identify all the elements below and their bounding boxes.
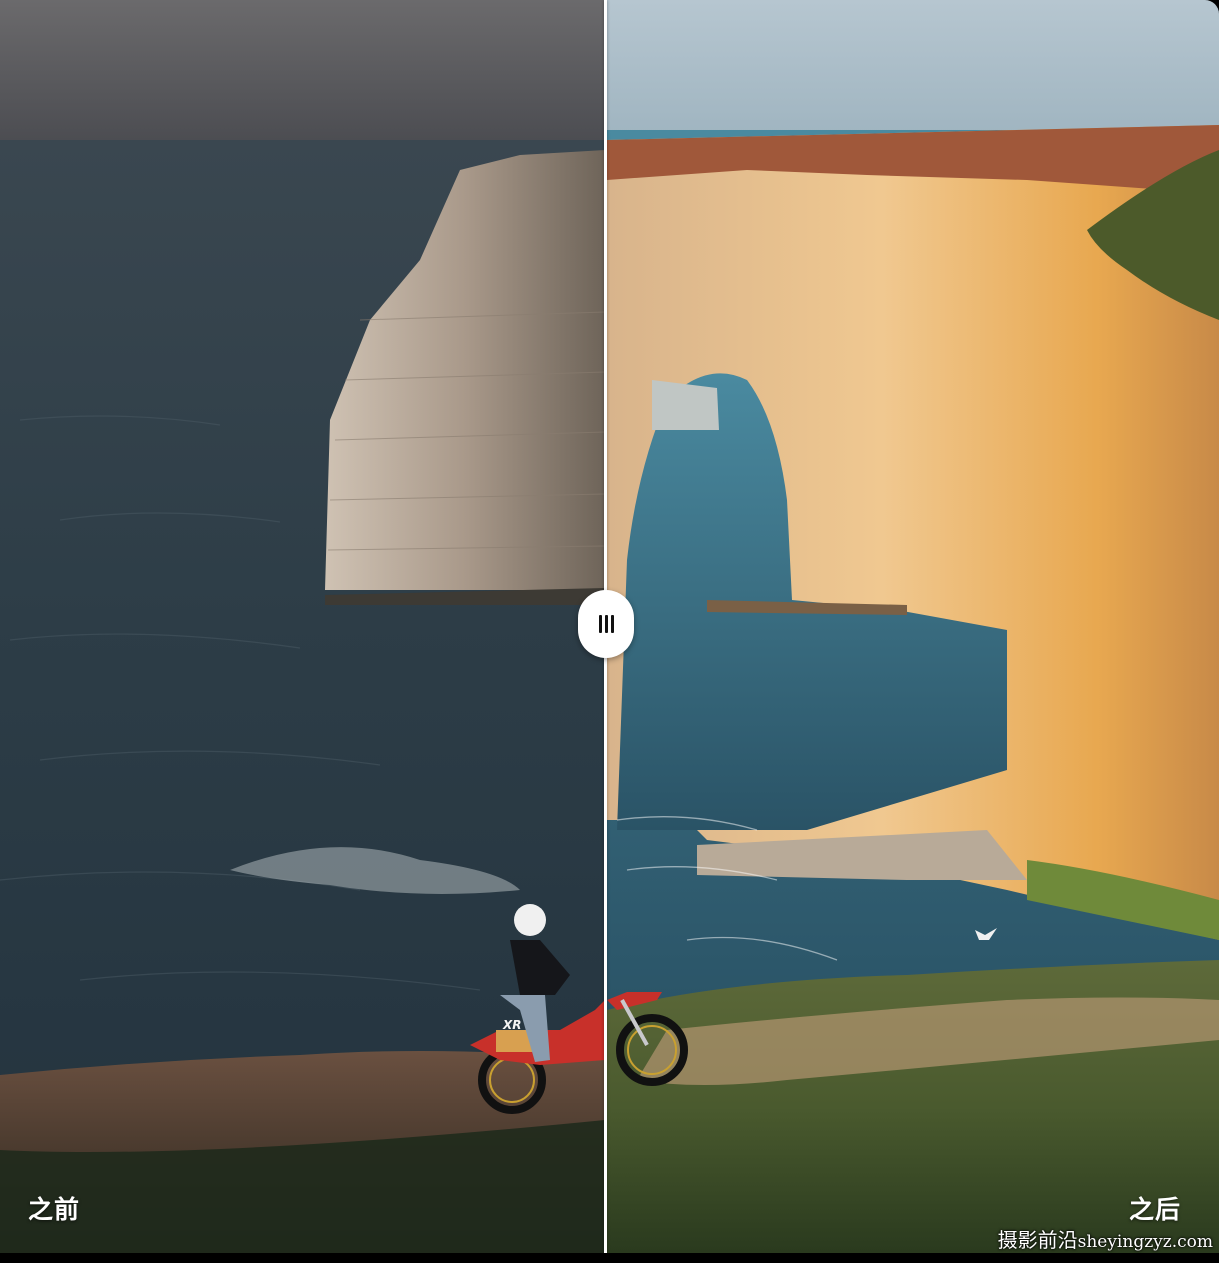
after-photo <box>607 0 1219 1253</box>
before-after-comparator[interactable]: 之前 之后 摄影前沿sheyingzyz.com XR <box>0 0 1219 1263</box>
watermark-cn: 摄影前沿 <box>997 1228 1078 1252</box>
after-image <box>607 0 1219 1253</box>
before-image <box>0 0 605 1253</box>
motorcycle-badge: XR <box>503 1018 522 1032</box>
before-label: 之前 <box>28 1195 81 1224</box>
watermark: 摄影前沿sheyingzyz.com <box>998 1224 1213 1253</box>
watermark-en: sheyingzyz.com <box>1077 1232 1213 1252</box>
after-label: 之后 <box>1128 1195 1181 1224</box>
before-photo <box>0 0 605 1253</box>
vertical-grip-icon <box>598 615 614 633</box>
slider-handle[interactable] <box>578 590 634 658</box>
bottom-bar <box>0 1253 1219 1263</box>
